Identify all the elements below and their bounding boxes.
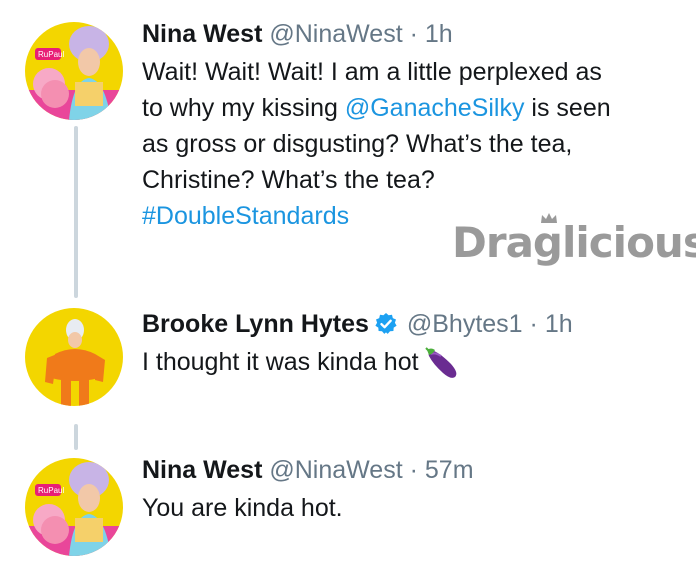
tweet-text-line: as gross or disgusting? What’s the tea, (142, 130, 573, 158)
tweet-text: I thought it was kinda hot (142, 344, 678, 380)
user-handle[interactable]: @Bhytes1 (407, 310, 523, 338)
separator-dot: · (409, 20, 418, 48)
tweet-text: You are kinda hot. (142, 490, 678, 526)
separator-dot: · (409, 456, 418, 484)
watermark-text: Draglicious (452, 218, 696, 267)
crown-icon (541, 213, 557, 223)
tweet-text-line: is seen (524, 94, 611, 122)
nina-west-avatar-icon: RuPaul (25, 458, 123, 556)
display-name[interactable]: Nina West (142, 456, 262, 484)
mention-link[interactable]: @GanacheSilky (345, 94, 525, 122)
timestamp[interactable]: 1h (545, 310, 573, 338)
avatar[interactable]: RuPaul (25, 22, 123, 120)
separator-dot: · (529, 310, 538, 338)
svg-text:RuPaul: RuPaul (38, 486, 64, 495)
watermark-logo: Draglicious (452, 213, 696, 267)
avatar[interactable] (25, 308, 123, 406)
tweet-text: Wait! Wait! Wait! I am a little perplexe… (142, 54, 678, 234)
verified-badge-icon (375, 313, 397, 334)
avatar[interactable]: RuPaul (25, 458, 123, 556)
thread-connector (74, 126, 78, 298)
thread-connector (74, 424, 78, 450)
tweet-text-line: Christine? What’s the tea? (142, 166, 435, 194)
display-name[interactable]: Nina West (142, 20, 262, 48)
tweet-text-line: You are kinda hot. (142, 494, 343, 522)
display-name[interactable]: Brooke Lynn Hytes (142, 310, 369, 338)
brooke-lynn-avatar-icon (25, 308, 123, 406)
user-handle[interactable]: @NinaWest (269, 456, 402, 484)
timestamp[interactable]: 57m (425, 456, 474, 484)
tweet-text-line: I thought it was kinda hot (142, 348, 419, 376)
user-handle[interactable]: @NinaWest (269, 20, 402, 48)
eggplant-icon (424, 347, 456, 378)
tweet-text-line: Wait! Wait! Wait! I am a little perplexe… (142, 58, 602, 86)
tweet-text-line: to why my kissing (142, 94, 345, 122)
svg-text:RuPaul: RuPaul (38, 50, 64, 59)
nina-west-avatar-icon: RuPaul (25, 22, 123, 120)
timestamp[interactable]: 1h (425, 20, 453, 48)
